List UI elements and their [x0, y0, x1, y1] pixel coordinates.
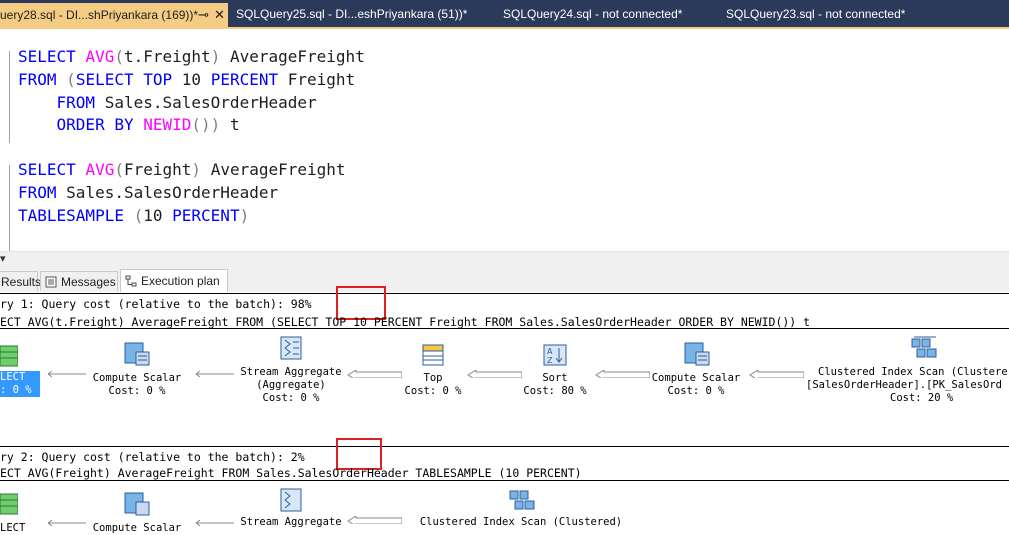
clustered-index-scan-icon [509, 490, 535, 510]
plan-arrow-thick [347, 370, 402, 378]
fold-line-query1 [9, 51, 10, 143]
stream-aggregate-icon [280, 336, 302, 360]
query2-sql-text: ECT AVG(Freight) AverageFreight FROM Sal… [0, 466, 582, 480]
compute-scalar-icon [684, 342, 710, 366]
plan-op-compute-scalar-2[interactable]: Compute Scalar Cost: 0 % [641, 372, 751, 398]
plan-op-clustered-index-scan-q2[interactable]: Clustered Index Scan (Clustered) [408, 516, 634, 529]
code-line: SELECT AVG(Freight) AverageFreight [18, 160, 346, 179]
plan-op-compute-scalar-q2[interactable]: Compute Scalar [82, 522, 192, 535]
code-line: TABLESAMPLE (10 PERCENT) [18, 206, 250, 225]
tab-query24[interactable]: SQLQuery24.sql - not connected* [503, 4, 682, 25]
query1-sql-text: ECT AVG(t.Freight) AverageFreight FROM (… [0, 315, 811, 329]
select-icon [0, 345, 18, 367]
editor-horizontal-scrollbar[interactable]: ▾ [0, 251, 1009, 268]
code-line: SELECT AVG(t.Freight) AverageFreight [18, 47, 365, 66]
tab-execution-plan[interactable]: Execution plan [120, 269, 228, 293]
code-line: FROM (SELECT TOP 10 PERCENT Freight [18, 70, 356, 89]
messages-icon [45, 276, 57, 288]
close-tab-icon[interactable]: ✕ [214, 3, 225, 27]
plan-op-stream-aggregate-q2[interactable]: Stream Aggregate [232, 516, 350, 529]
plan-separator [0, 328, 1009, 329]
sort-icon: A Z [543, 344, 567, 366]
plan-arrow-thick [347, 516, 402, 524]
zoom-dropdown-icon[interactable]: ▾ [0, 252, 6, 265]
plan-arrow [47, 519, 86, 527]
query1-cost-header: ry 1: Query cost (relative to the batch)… [0, 297, 312, 311]
tab-query28-title: uery28.sql - DI...shPriyankara (169))* [0, 8, 199, 22]
plan-op-stream-aggregate[interactable]: Stream Aggregate (Aggregate) Cost: 0 % [232, 366, 350, 405]
query2-cost-header: ry 2: Query cost (relative to the batch)… [0, 450, 305, 464]
code-line: FROM Sales.SalesOrderHeader [18, 93, 317, 112]
select-icon [0, 493, 18, 515]
plan-op-select-2[interactable]: LECT [0, 522, 40, 535]
tab-query25[interactable]: SQLQuery25.sql - DI...eshPriyankara (51)… [236, 4, 467, 25]
plan-op-clustered-index-scan[interactable]: Clustered Index Scan (Clustere [SalesOrd… [806, 366, 1009, 405]
pin-icon[interactable]: ⊸ [198, 3, 209, 27]
sql-editor[interactable]: SELECT AVG(t.Freight) AverageFreight FRO… [0, 29, 1009, 251]
clustered-index-scan-icon [911, 336, 937, 358]
plan-arrow [195, 370, 234, 378]
plan-arrow-thick [749, 370, 804, 378]
tab-query28[interactable]: uery28.sql - DI...shPriyankara (169))* ⊸… [0, 3, 228, 27]
results-tab-strip: Results Messages Execution plan [0, 268, 1009, 293]
stream-aggregate-icon [280, 488, 302, 512]
query1-cost-value: 98% [290, 297, 312, 311]
tab-results[interactable]: Results [0, 271, 41, 291]
plan-separator [0, 446, 1009, 447]
plan-op-compute-scalar[interactable]: Compute Scalar Cost: 0 % [82, 372, 192, 398]
compute-scalar-icon [124, 342, 150, 366]
execution-plan-pane[interactable]: ry 1: Query cost (relative to the batch)… [0, 286, 1009, 534]
plan-arrow [195, 519, 234, 527]
plan-arrow-thick [467, 370, 522, 378]
svg-text:A: A [547, 347, 553, 356]
plan-separator [0, 480, 1009, 481]
query2-cost-value: 2% [290, 450, 305, 464]
fold-line-query2 [9, 165, 10, 251]
plan-op-sort[interactable]: Sort Cost: 80 % [520, 372, 590, 398]
code-line: ORDER BY NEWID()) t [18, 115, 240, 134]
top-icon [422, 344, 444, 366]
svg-text:Z: Z [547, 356, 553, 365]
code-line: FROM Sales.SalesOrderHeader [18, 183, 279, 202]
plan-separator [0, 293, 1009, 294]
plan-op-top[interactable]: Top Cost: 0 % [403, 372, 463, 398]
document-tab-strip: uery28.sql - DI...shPriyankara (169))* ⊸… [0, 0, 1009, 27]
execution-plan-icon [125, 275, 137, 287]
plan-arrow [47, 370, 86, 378]
tab-messages[interactable]: Messages [40, 271, 118, 291]
tab-query23[interactable]: SQLQuery23.sql - not connected* [726, 4, 905, 25]
plan-op-select[interactable]: LECT : 0 % [0, 371, 40, 397]
compute-scalar-icon [124, 492, 150, 516]
